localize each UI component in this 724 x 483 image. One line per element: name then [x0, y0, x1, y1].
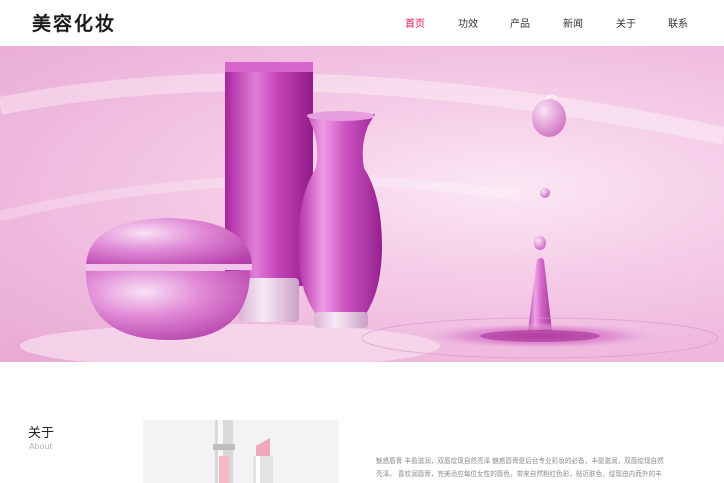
site-header: 美容化妆 首页 功效 产品 新闻 关于 联系: [0, 0, 724, 46]
nav-item-effects[interactable]: 功效: [458, 15, 478, 30]
nav-item-news[interactable]: 新闻: [563, 15, 583, 30]
main-nav: 首页 功效 产品 新闻 关于 联系: [0, 15, 724, 31]
nav-item-home[interactable]: 首页: [405, 15, 425, 30]
about-text: 魅惑唇膏 丰盈滋润，双唇绽现自然亮泽 魅惑唇膏是后台专业彩妆的必备，丰盈滋润，双…: [376, 455, 706, 481]
nav-item-products[interactable]: 产品: [510, 15, 530, 30]
lipstick-illustration: [143, 420, 339, 483]
about-text-line: 魅惑唇膏 丰盈滋润，双唇绽现自然亮泽 魅惑唇膏是后台专业彩妆的必备，丰盈滋润，双…: [376, 457, 664, 465]
water-droplets: [361, 94, 719, 359]
cream-jar: [86, 218, 252, 340]
about-text-line: 亮泽。 喜欢润唇膏，完美适应每位女性的唇色，带来自然粉红色彩，贴近肤色，绽现由内…: [376, 470, 662, 478]
lipstick-image: [143, 420, 339, 483]
nav-item-about[interactable]: 关于: [616, 15, 636, 30]
nav-item-contact[interactable]: 联系: [668, 15, 688, 30]
about-subtitle: About: [29, 442, 53, 451]
about-title: 关于: [28, 426, 55, 441]
hero-illustration: [0, 62, 724, 362]
hero-banner: [0, 46, 724, 362]
